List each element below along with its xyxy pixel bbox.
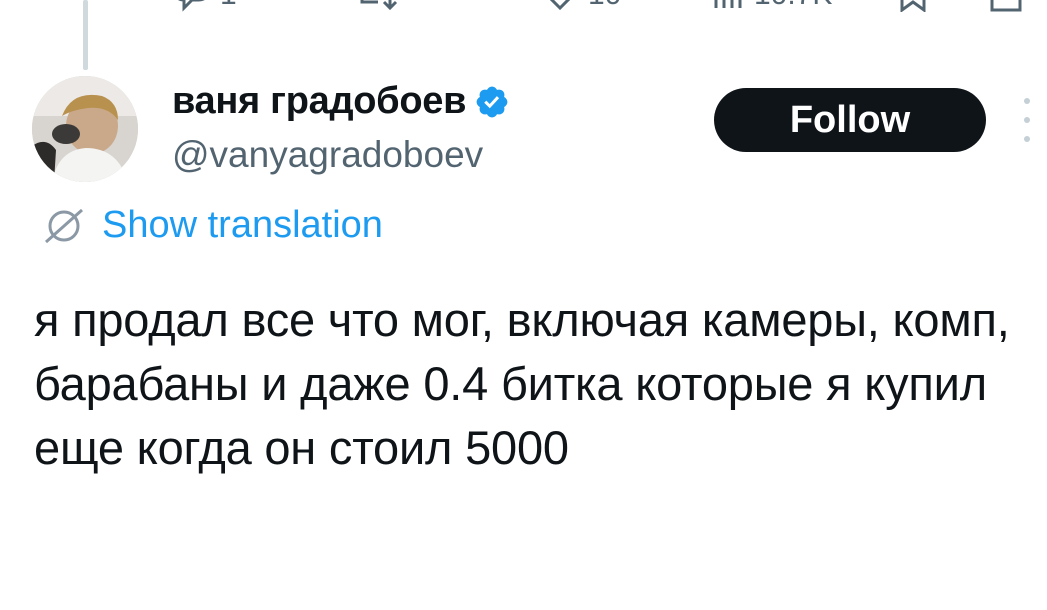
translate-globe-icon — [45, 208, 83, 243]
more-dot — [1024, 117, 1030, 123]
more-options-button[interactable] — [1016, 98, 1038, 142]
tweet-view: 1 10 10.7K — [0, 0, 1047, 610]
share-icon — [990, 0, 1022, 12]
retweet-icon — [360, 0, 398, 11]
tweet-text: я продал все что мог, включая камеры, ко… — [34, 293, 1023, 474]
more-dot — [1024, 98, 1030, 104]
bookmark-icon — [900, 0, 926, 12]
verified-badge-icon — [476, 86, 508, 117]
reply-button[interactable]: 1 — [172, 0, 237, 12]
avatar[interactable] — [32, 76, 138, 182]
author-handle[interactable]: @vanyagradoboev — [172, 134, 483, 176]
share-button[interactable] — [988, 0, 1024, 12]
views-button[interactable]: 10.7K — [710, 0, 832, 12]
show-translation-label: Show translation — [102, 204, 383, 246]
author-display-name[interactable]: ваня градобоев — [172, 80, 466, 123]
reply-count: 1 — [220, 0, 237, 12]
like-count: 10 — [588, 0, 621, 12]
show-translation-link[interactable]: Show translation — [40, 204, 383, 247]
thread-connector-line — [83, 0, 88, 70]
follow-button[interactable]: Follow — [714, 88, 986, 152]
like-icon — [549, 0, 571, 11]
reply-icon — [178, 0, 205, 12]
previous-tweet-action-bar: 1 10 10.7K — [0, 0, 1047, 14]
avatar-photo — [32, 76, 138, 182]
views-icon — [714, 0, 742, 8]
like-button[interactable]: 10 — [540, 0, 621, 12]
author-name-row: ваня градобоев — [172, 80, 510, 123]
retweet-button[interactable] — [352, 0, 400, 12]
views-count: 10.7K — [754, 0, 832, 12]
bookmark-button[interactable] — [896, 0, 930, 12]
more-dot — [1024, 136, 1030, 142]
